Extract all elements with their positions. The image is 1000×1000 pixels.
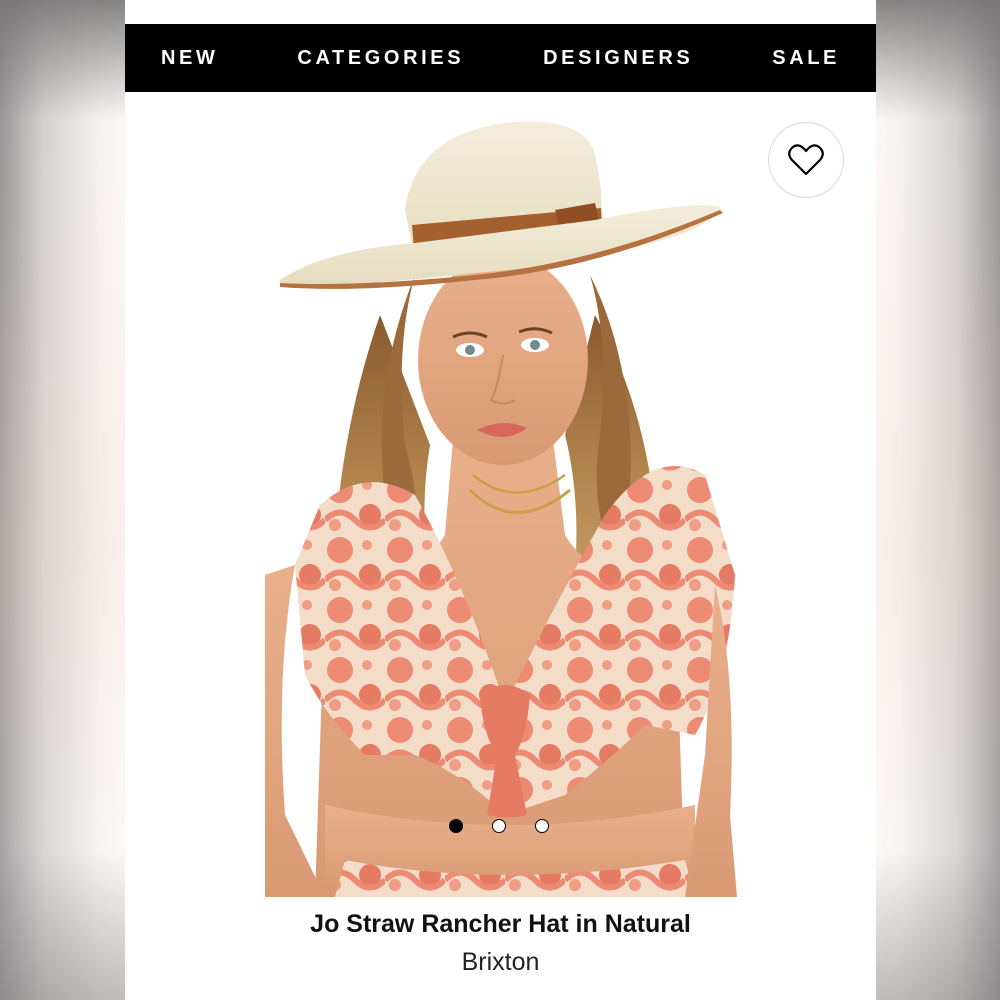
blurred-left-edge bbox=[0, 0, 125, 1000]
carousel-dot-2[interactable] bbox=[492, 819, 506, 833]
wishlist-button[interactable] bbox=[768, 122, 844, 198]
product-page: NEW CATEGORIES DESIGNERS SALE Jo Straw R… bbox=[125, 0, 876, 1000]
nav-item-sale[interactable]: SALE bbox=[772, 47, 840, 70]
top-navigation: NEW CATEGORIES DESIGNERS SALE bbox=[125, 24, 876, 92]
nav-item-categories[interactable]: CATEGORIES bbox=[297, 47, 464, 70]
product-image[interactable] bbox=[265, 115, 737, 897]
product-title[interactable]: Jo Straw Rancher Hat in Natural bbox=[125, 910, 876, 939]
product-brand[interactable]: Brixton bbox=[125, 948, 876, 977]
carousel-indicator bbox=[125, 819, 876, 837]
heart-outline-icon bbox=[788, 144, 824, 176]
blurred-right-edge bbox=[875, 0, 1000, 1000]
model-wearing-hat-illustration bbox=[265, 115, 737, 897]
carousel-dot-1[interactable] bbox=[449, 819, 463, 833]
carousel-dot-3[interactable] bbox=[535, 819, 549, 833]
nav-item-new[interactable]: NEW bbox=[161, 47, 218, 70]
nav-item-designers[interactable]: DESIGNERS bbox=[543, 47, 693, 70]
